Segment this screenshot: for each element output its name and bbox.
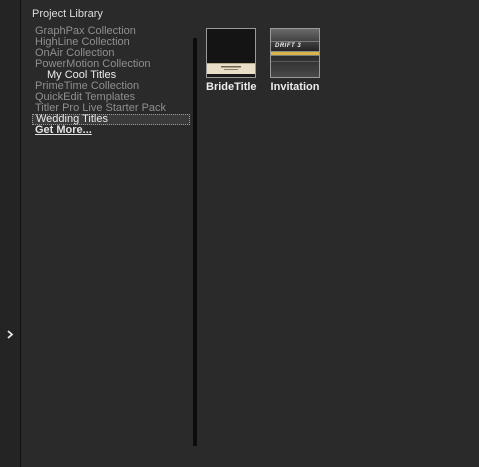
library-list: GraphPax Collection HighLine Collection … [32, 26, 190, 136]
project-library-panel: Project Library GraphPax Collection High… [22, 0, 479, 467]
title-name: Invitation [270, 81, 320, 93]
title-name: BrideTitle [206, 81, 257, 93]
chevron-right-icon [7, 326, 14, 344]
title-thumbnail-bridetitle[interactable]: BrideTitle [206, 28, 257, 93]
panel-divider[interactable] [193, 38, 197, 446]
expand-panel-button[interactable] [0, 324, 21, 346]
invitation-graphic-text: DRIFT 3 [275, 43, 302, 49]
bridetitle-preview-image [206, 28, 256, 78]
title-thumbnail-invitation[interactable]: DRIFT 3 Invitation [270, 28, 320, 93]
left-rail [0, 0, 21, 467]
panel-title: Project Library [32, 8, 103, 20]
get-more-link[interactable]: Get More... [32, 125, 190, 136]
invitation-preview-image: DRIFT 3 [270, 28, 320, 78]
